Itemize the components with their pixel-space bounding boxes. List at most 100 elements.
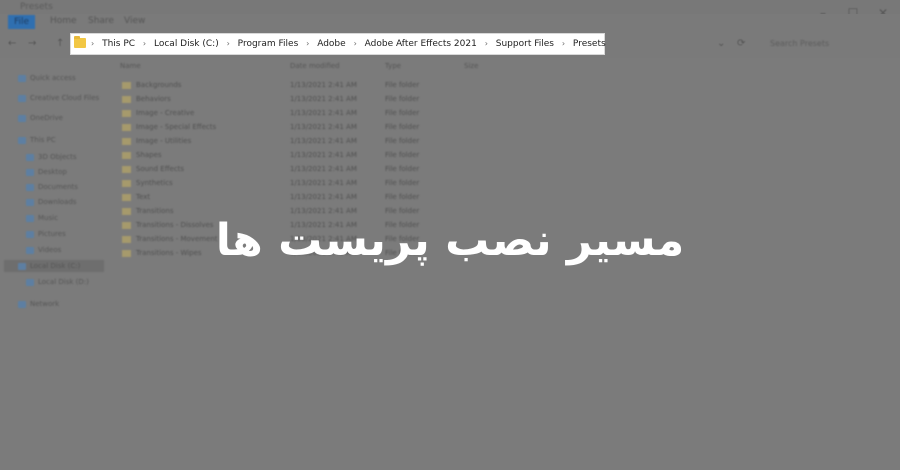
column-date-modified[interactable]: Date modified — [290, 62, 340, 70]
file-type: File folder — [385, 95, 420, 103]
tab-home[interactable]: Home — [50, 16, 77, 26]
folder-icon — [122, 81, 131, 89]
file-type: File folder — [385, 137, 420, 145]
sidebar-item-label: Creative Cloud Files — [30, 94, 100, 102]
list-item[interactable]: Backgrounds 1/13/2021 2:41 AM File folder — [122, 79, 452, 92]
tab-file[interactable]: File — [8, 15, 36, 29]
column-name[interactable]: Name — [120, 62, 141, 70]
list-item[interactable]: Image - Special Effects 1/13/2021 2:41 AM… — [122, 121, 452, 134]
file-date: 1/13/2021 2:41 AM — [290, 165, 357, 173]
column-size[interactable]: Size — [464, 62, 478, 70]
file-name: Text — [136, 193, 151, 201]
sidebar-item-creative-cloud[interactable]: Creative Cloud Files — [18, 92, 99, 104]
sidebar-item-desktop[interactable]: Desktop — [26, 166, 67, 178]
sidebar-item-quick-access[interactable]: Quick access — [18, 72, 76, 84]
chevron-right-icon[interactable]: › — [227, 34, 230, 54]
chevron-right-icon[interactable]: › — [354, 34, 357, 54]
sidebar-item-onedrive[interactable]: OneDrive — [18, 112, 63, 124]
crumb-presets[interactable]: Presets — [573, 34, 606, 54]
chevron-right-icon[interactable]: › — [143, 34, 146, 54]
up-arrow-icon[interactable]: ↑ — [56, 38, 64, 49]
crumb-this-pc[interactable]: This PC — [102, 34, 135, 54]
sidebar-item-label: Desktop — [38, 168, 67, 176]
file-type: File folder — [385, 193, 420, 201]
list-item[interactable]: Behaviors 1/13/2021 2:41 AM File folder — [122, 93, 452, 106]
file-date: 1/13/2021 2:41 AM — [290, 95, 357, 103]
file-date: 1/13/2021 2:41 AM — [290, 109, 357, 117]
folder-icon — [122, 109, 131, 117]
file-name: Backgrounds — [136, 81, 182, 89]
star-icon — [18, 74, 26, 82]
crumb-program-files[interactable]: Program Files — [238, 34, 299, 54]
folder-icon — [122, 95, 131, 103]
file-type: File folder — [385, 123, 420, 131]
file-name: Image - Special Effects — [136, 123, 217, 131]
cloud-icon — [18, 114, 26, 122]
folder-icon — [122, 165, 131, 173]
sidebar-item-label: 3D Objects — [38, 153, 77, 161]
document-icon — [26, 183, 34, 191]
sidebar-item-label: Local Disk (D:) — [38, 278, 89, 286]
crumb-adobe[interactable]: Adobe — [317, 34, 345, 54]
sidebar-item-local-disk-d[interactable]: Local Disk (D:) — [26, 276, 89, 288]
tab-view[interactable]: View — [124, 16, 145, 26]
network-icon — [18, 300, 26, 308]
sidebar-item-network[interactable]: Network — [18, 298, 59, 310]
dropdown-icon[interactable]: ⌄ — [717, 38, 725, 49]
sidebar-item-label: Documents — [38, 183, 78, 191]
file-name: Image - Creative — [136, 109, 195, 117]
folder-icon — [122, 151, 131, 159]
breadcrumb: › This PC › Local Disk (C:) › Program Fi… — [89, 34, 609, 54]
sidebar-item-this-pc[interactable]: This PC — [18, 134, 56, 146]
forward-arrow-icon[interactable]: → — [28, 38, 36, 49]
file-date: 1/13/2021 2:41 AM — [290, 193, 357, 201]
overlay-title: مسیر نصب پریست ها — [215, 214, 685, 266]
folder-icon — [74, 36, 86, 48]
column-type[interactable]: Type — [385, 62, 401, 70]
cloud-icon — [18, 94, 26, 102]
list-item[interactable]: Text 1/13/2021 2:41 AM File folder — [122, 191, 452, 204]
list-item[interactable]: Shapes 1/13/2021 2:41 AM File folder — [122, 149, 452, 162]
crumb-support-files[interactable]: Support Files — [496, 34, 554, 54]
search-input[interactable]: Search Presets — [770, 35, 895, 53]
chevron-right-icon[interactable]: › — [306, 34, 309, 54]
file-date: 1/13/2021 2:41 AM — [290, 123, 357, 131]
sidebar-item-label: Quick access — [30, 74, 76, 82]
folder-icon — [122, 179, 131, 187]
list-item[interactable]: Image - Creative 1/13/2021 2:41 AM File fo… — [122, 107, 452, 120]
sidebar-item-documents[interactable]: Documents — [26, 181, 78, 193]
file-date: 1/13/2021 2:41 AM — [290, 179, 357, 187]
list-item[interactable]: Synthetics 1/13/2021 2:41 AM File folder — [122, 177, 452, 190]
file-type: File folder — [385, 165, 420, 173]
ribbon: File Home Share View — [0, 14, 900, 30]
chevron-right-icon[interactable]: › — [562, 34, 565, 54]
sidebar-item-label: OneDrive — [30, 114, 63, 122]
window-title: Presets — [20, 2, 53, 12]
file-type: File folder — [385, 81, 420, 89]
chevron-right-icon[interactable]: › — [485, 34, 488, 54]
refresh-icon[interactable]: ⟳ — [737, 38, 745, 49]
file-type: File folder — [385, 179, 420, 187]
file-name: Sound Effects — [136, 165, 185, 173]
crumb-local-disk[interactable]: Local Disk (C:) — [154, 34, 219, 54]
back-arrow-icon[interactable]: ← — [8, 38, 16, 49]
file-name: Shapes — [136, 151, 162, 159]
list-item[interactable]: Sound Effects 1/13/2021 2:41 AM File folde… — [122, 163, 452, 176]
sidebar-item-label: This PC — [30, 136, 56, 144]
sidebar-item-3d-objects[interactable]: 3D Objects — [26, 151, 77, 163]
list-item[interactable]: Image - Utilities 1/13/2021 2:41 AM File f… — [122, 135, 452, 148]
file-date: 1/13/2021 2:41 AM — [290, 81, 357, 89]
folder-icon — [122, 193, 131, 201]
folder-icon — [122, 123, 131, 131]
tab-share[interactable]: Share — [88, 16, 114, 26]
sidebar-item-label: Network — [30, 300, 60, 308]
address-bar[interactable]: › This PC › Local Disk (C:) › Program Fi… — [70, 33, 606, 55]
chevron-right-icon[interactable]: › — [91, 34, 94, 54]
folder-icon — [122, 137, 131, 145]
crumb-after-effects[interactable]: Adobe After Effects 2021 — [365, 34, 477, 54]
file-date: 1/13/2021 2:41 AM — [290, 137, 357, 145]
file-type: File folder — [385, 151, 420, 159]
drive-icon — [26, 278, 34, 286]
file-name: Image - Utilities — [136, 137, 192, 145]
file-name: Synthetics — [136, 179, 173, 187]
